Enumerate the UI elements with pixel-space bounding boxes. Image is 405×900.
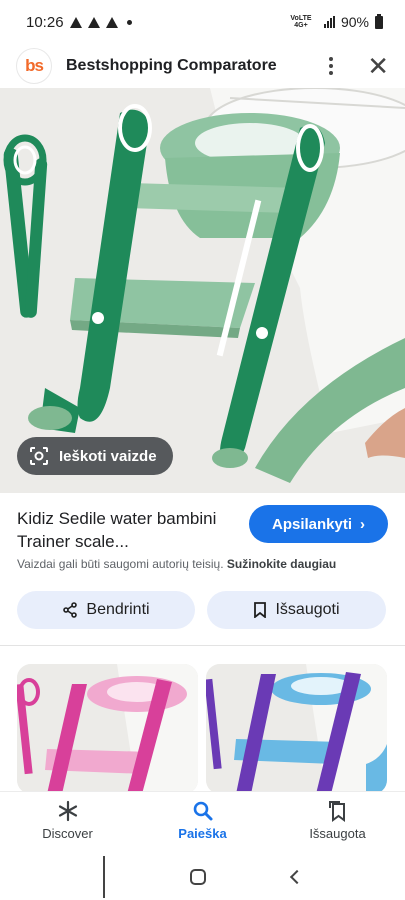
product-title[interactable]: Kidiz Sedile water bambini Trainer scale… bbox=[17, 507, 237, 553]
nav-discover-label: Discover bbox=[42, 826, 93, 841]
nav-search-label: Paieška bbox=[178, 826, 227, 841]
copyright-text: Vaizdai gali būti saugomi autorių teisių… bbox=[17, 557, 224, 571]
more-options-icon[interactable] bbox=[321, 57, 341, 75]
asterisk-icon bbox=[58, 800, 77, 822]
pink-ladder-illustration bbox=[17, 664, 198, 794]
nav-search[interactable]: Paieška bbox=[135, 792, 270, 854]
save-label: Išsaugoti bbox=[275, 601, 340, 618]
potty-ladder-illustration bbox=[0, 88, 405, 493]
status-time: 10:26 bbox=[26, 13, 64, 31]
search-in-image-button[interactable]: Ieškoti vaizde bbox=[17, 437, 173, 475]
home-icon[interactable] bbox=[190, 869, 207, 885]
nav-saved[interactable]: Išsaugota bbox=[270, 792, 405, 854]
share-button[interactable]: Bendrinti bbox=[17, 591, 195, 629]
status-left: 10:26 bbox=[26, 14, 132, 31]
close-icon[interactable]: ✕ bbox=[367, 53, 389, 79]
share-icon bbox=[63, 602, 78, 618]
notification-dot-icon bbox=[126, 19, 132, 25]
system-navigation-bar bbox=[0, 854, 405, 900]
nav-discover[interactable]: Discover bbox=[0, 792, 135, 854]
visit-button[interactable]: Apsilankyti › bbox=[249, 505, 388, 543]
copyright-notice: Vaizdai gali būti saugomi autorių teisių… bbox=[17, 557, 336, 571]
lens-icon bbox=[30, 447, 48, 465]
warning-icon bbox=[69, 16, 82, 28]
blue-ladder-illustration bbox=[206, 664, 387, 794]
visit-button-label: Apsilankyti bbox=[271, 515, 353, 533]
share-label: Bendrinti bbox=[86, 601, 150, 618]
battery-percent: 90% bbox=[340, 14, 369, 30]
site-title[interactable]: Bestshopping Comparatore bbox=[66, 57, 321, 75]
learn-more-link[interactable]: Sužinokite daugiau bbox=[227, 557, 336, 571]
saved-collections-icon bbox=[328, 801, 345, 822]
signal-icon bbox=[323, 16, 335, 28]
nav-saved-label: Išsaugota bbox=[309, 826, 366, 841]
search-icon bbox=[193, 801, 212, 821]
status-right: VoLTE 4G+ 90% bbox=[284, 13, 383, 30]
warning-icon bbox=[87, 16, 100, 28]
related-image-pink[interactable] bbox=[17, 664, 198, 794]
warning-icon bbox=[105, 16, 118, 28]
related-image-blue[interactable] bbox=[206, 664, 387, 794]
source-header: bs Bestshopping Comparatore ✕ bbox=[0, 44, 405, 88]
save-button[interactable]: Išsaugoti bbox=[207, 591, 386, 629]
back-icon[interactable] bbox=[290, 869, 305, 885]
chevron-right-icon: › bbox=[360, 515, 366, 533]
recent-apps-icon[interactable] bbox=[102, 856, 105, 898]
site-logo[interactable]: bs bbox=[16, 48, 52, 84]
network-type: VoLTE 4G+ bbox=[290, 15, 312, 29]
product-image[interactable] bbox=[0, 88, 405, 493]
status-bar: 10:26 VoLTE 4G+ 90% bbox=[0, 0, 405, 44]
divider bbox=[0, 645, 405, 646]
search-in-image-label: Ieškoti vaizde bbox=[59, 447, 157, 465]
battery-icon bbox=[375, 13, 383, 29]
bottom-navigation: Discover Paieška Išsaugota bbox=[0, 792, 405, 854]
bookmark-icon bbox=[254, 602, 267, 618]
